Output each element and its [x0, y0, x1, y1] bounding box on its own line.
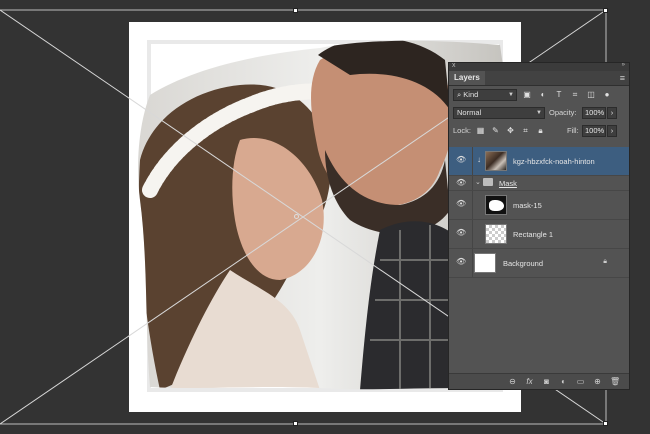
fill-dropdown-icon[interactable]: › [607, 125, 617, 137]
layer-row-mask-15[interactable]: 👁︎ mask-15 [449, 191, 629, 220]
panel-menu-icon[interactable]: ≡ [620, 73, 625, 83]
add-mask-icon[interactable]: ◙ [542, 377, 551, 386]
new-group-icon[interactable]: ▭ [576, 377, 585, 386]
opacity-field[interactable]: 100% [582, 107, 606, 119]
layer-name: Background [503, 259, 544, 268]
transform-handle-bottom[interactable] [293, 421, 298, 426]
layer-row-background[interactable]: 👁︎ Background 🔒︎ [449, 249, 629, 278]
collapse-panel-icon[interactable]: » [622, 62, 625, 68]
transform-handle-center[interactable] [294, 214, 299, 219]
layers-panel: x » Layers ≡ ⌕ Kind ▼ ▣ ◐ T ⌗ ◫ ● Normal… [448, 62, 630, 390]
clipping-arrow-icon: ↓ [477, 155, 481, 164]
delete-icon[interactable]: 🗑︎ [610, 377, 620, 386]
fx-icon[interactable]: fx [525, 377, 534, 386]
link-icon[interactable]: ⊖ [508, 377, 517, 386]
layer-row-photo[interactable]: 👁︎ ↓ kgz-hbzxfck-noah-hinton [449, 147, 629, 176]
layer-name: Rectangle 1 [513, 230, 554, 239]
blend-row: Normal ▼ Opacity: 100% › [449, 104, 629, 122]
chevron-down-icon[interactable]: ⌄ [475, 178, 481, 186]
blend-mode-select[interactable]: Normal ▼ [453, 107, 545, 119]
lock-transparency-icon[interactable]: ▦ [475, 125, 486, 136]
visibility-eye-icon[interactable]: 👁︎ [456, 179, 466, 187]
layers-bottom-toolbar: ⊖ fx ◙ ◐ ▭ ⊕ 🗑︎ [449, 373, 629, 389]
layer-thumbnail [474, 253, 496, 273]
transform-handle-top-right[interactable] [603, 8, 608, 13]
filter-row: ⌕ Kind ▼ ▣ ◐ T ⌗ ◫ ● [449, 86, 629, 104]
adjustment-layer-icon[interactable]: ◐ [559, 377, 568, 386]
tab-layers[interactable]: Layers [449, 71, 485, 85]
adjustment-filter-icon[interactable]: ◐ [537, 89, 549, 101]
blend-mode-value: Normal [457, 108, 482, 117]
type-filter-icon[interactable]: T [553, 89, 565, 101]
filter-toggle-icon[interactable]: ● [601, 89, 613, 101]
lock-label: Lock: [453, 126, 471, 135]
opacity-dropdown-icon[interactable]: › [607, 107, 617, 119]
layer-name: Mask [499, 179, 517, 188]
lock-all-icon[interactable]: 🔒︎ [535, 125, 546, 136]
visibility-eye-icon[interactable]: 👁︎ [456, 258, 466, 266]
image-filter-icon[interactable]: ▣ [521, 89, 533, 101]
opacity-label: Opacity: [549, 108, 577, 117]
layer-thumbnail [485, 151, 507, 171]
transform-handle-top[interactable] [293, 8, 298, 13]
close-panel-icon[interactable]: x [452, 62, 456, 69]
layer-name: mask-15 [513, 201, 542, 210]
chevron-down-icon: ▼ [536, 110, 542, 116]
chevron-down-icon: ▼ [508, 92, 514, 98]
smart-object-filter-icon[interactable]: ◫ [585, 89, 597, 101]
layer-row-mask-group[interactable]: 👁︎ ⌄ Mask [449, 176, 629, 191]
folder-icon [483, 178, 493, 186]
new-layer-icon[interactable]: ⊕ [593, 377, 602, 386]
layer-list: 👁︎ ↓ kgz-hbzxfck-noah-hinton 👁︎ ⌄ Mask 👁… [449, 147, 629, 278]
lock-artboard-icon[interactable]: ⌗ [520, 125, 531, 136]
panel-title-strip: x » [449, 62, 629, 71]
transform-handle-bottom-right[interactable] [603, 421, 608, 426]
kind-filter-label: Kind [463, 90, 479, 99]
visibility-eye-icon[interactable]: 👁︎ [456, 229, 466, 237]
layer-thumbnail [485, 195, 507, 215]
visibility-eye-icon[interactable]: 👁︎ [456, 200, 466, 208]
lock-row: Lock: ▦ ✎ ✥ ⌗ 🔒︎ Fill: 100% › [449, 122, 629, 140]
kind-filter-select[interactable]: ⌕ Kind ▼ [453, 89, 517, 101]
visibility-eye-icon[interactable]: 👁︎ [456, 156, 466, 164]
search-icon: ⌕ [457, 90, 462, 99]
layer-row-rectangle-1[interactable]: 👁︎ Rectangle 1 [449, 220, 629, 249]
fill-label: Fill: [567, 126, 579, 135]
layer-name: kgz-hbzxfck-noah-hinton [513, 157, 595, 166]
lock-icon: 🔒︎ [603, 258, 607, 265]
fill-field[interactable]: 100% [582, 125, 606, 137]
layer-thumbnail [485, 224, 507, 244]
panel-tab-bar: Layers ≡ [449, 71, 629, 86]
shape-filter-icon[interactable]: ⌗ [569, 89, 581, 101]
lock-image-icon[interactable]: ✎ [490, 125, 501, 136]
lock-position-icon[interactable]: ✥ [505, 125, 516, 136]
